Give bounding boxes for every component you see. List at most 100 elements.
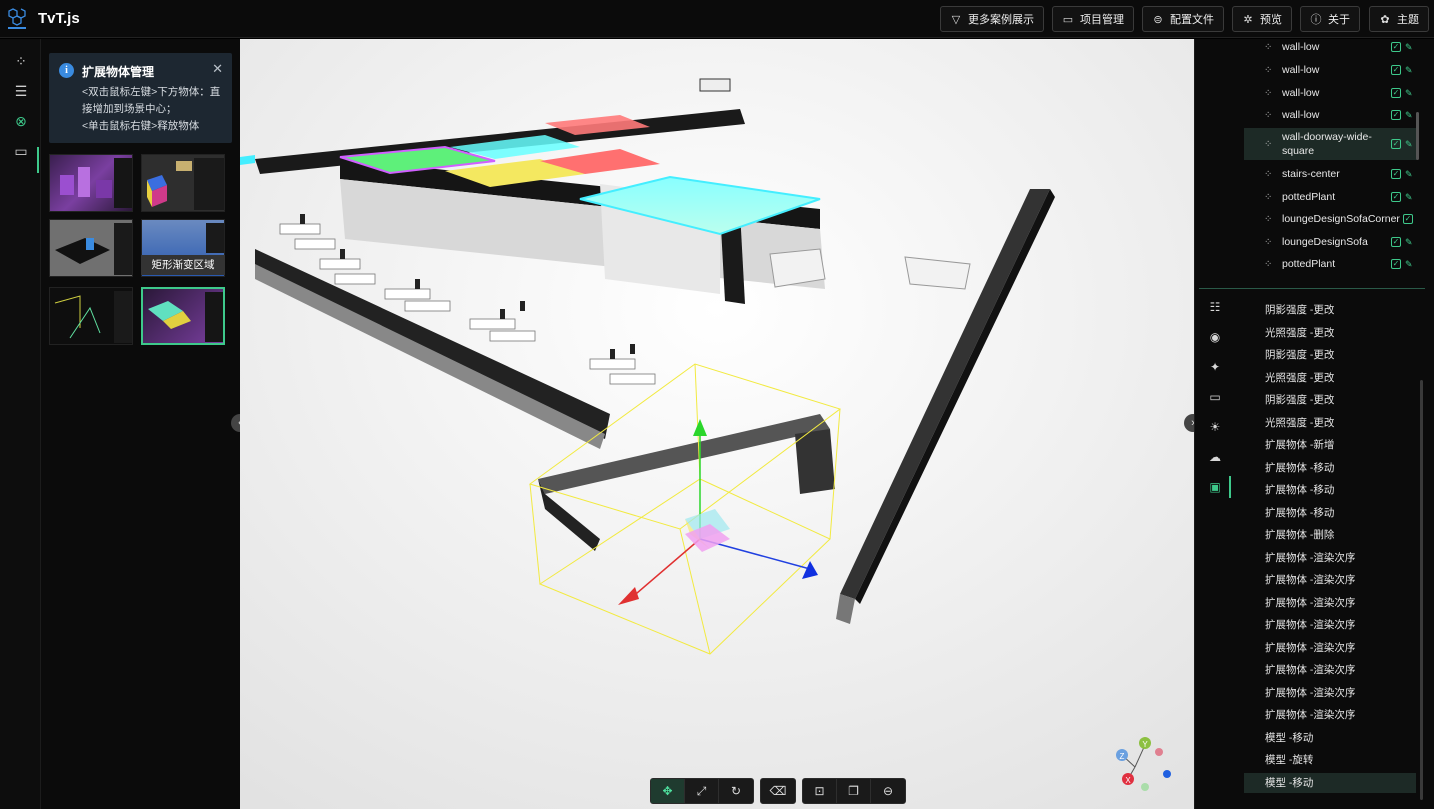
copy-icon[interactable]: ❐ — [837, 779, 871, 803]
button-label: 主题 — [1397, 14, 1419, 26]
transform-toolbar: ✥ ⤢ ↻ ⌫ ⊡ ❐ ⊖ — [650, 778, 906, 804]
scene-nodes-icon[interactable]: ⁘ — [11, 51, 31, 71]
translate-icon[interactable]: ✥ — [651, 779, 685, 803]
visible-checkbox[interactable]: ✓ — [1391, 237, 1401, 247]
thumbnail-outline[interactable] — [49, 287, 133, 345]
tree-row[interactable]: ⁘ loungeDesignSofaCorner ✓ — [1244, 208, 1417, 230]
button-label: 配置文件 — [1170, 14, 1214, 26]
history-item-current[interactable]: 模型 -移动 — [1244, 773, 1416, 793]
history-item[interactable]: 扩展物体 -移动 — [1265, 458, 1415, 478]
tree-row[interactable]: ⁘ pottedPlant ✓ ✎ — [1244, 186, 1417, 208]
thumbnail-city-purple[interactable] — [49, 154, 133, 212]
node-icon: ⁘ — [1264, 138, 1273, 150]
screen-icon[interactable]: ▭ — [11, 141, 31, 161]
tree-row[interactable]: ⁘ wall-low ✓ ✎ — [1244, 82, 1417, 104]
history-item[interactable]: 扩展物体 -渲染次序 — [1265, 638, 1415, 658]
button-label: 预览 — [1260, 14, 1282, 26]
weather-icon[interactable]: ☁ — [1206, 448, 1224, 466]
thumbnail-city-highlight[interactable] — [141, 287, 225, 345]
config-file-button[interactable]: ⊜ 配置文件 — [1142, 6, 1224, 32]
visible-checkbox[interactable]: ✓ — [1391, 110, 1401, 120]
history-item[interactable]: 阴影强度 -更改 — [1265, 300, 1415, 320]
thumbnail-platform[interactable] — [49, 219, 133, 277]
history-item[interactable]: 阴影强度 -更改 — [1265, 390, 1415, 410]
eraser-icon[interactable]: ⌫ — [761, 779, 795, 803]
history-item[interactable]: 扩展物体 -渲染次序 — [1265, 548, 1415, 568]
tree-row[interactable]: ⁘ wall-low ✓ ✎ — [1244, 104, 1417, 126]
tree-row[interactable]: ⁘ wall-low ✓ ✎ — [1244, 59, 1417, 81]
sparkle-icon[interactable]: ✦ — [1206, 358, 1224, 376]
remove-icon[interactable]: ⊖ — [871, 779, 905, 803]
tree-scrollbar[interactable] — [1416, 112, 1419, 160]
rotate-icon[interactable]: ↻ — [719, 779, 753, 803]
edit-icon[interactable]: ✎ — [1405, 192, 1417, 203]
history-item[interactable]: 扩展物体 -移动 — [1265, 503, 1415, 523]
database-icon[interactable]: ☰ — [11, 81, 31, 101]
edit-icon[interactable]: ✎ — [1405, 237, 1417, 248]
history-item[interactable]: 扩展物体 -渲染次序 — [1265, 683, 1415, 703]
tree-row[interactable]: ⁘ wall-low ✓ ✎ — [1244, 37, 1417, 57]
edit-icon[interactable]: ✎ — [1405, 169, 1417, 180]
history-item[interactable]: 模型 -移动 — [1265, 728, 1415, 748]
node-icon: ⁘ — [1264, 191, 1273, 203]
visible-checkbox[interactable]: ✓ — [1391, 42, 1401, 52]
edit-icon[interactable]: ✎ — [1405, 259, 1417, 270]
visible-checkbox[interactable]: ✓ — [1391, 259, 1401, 269]
history-item[interactable]: 扩展物体 -渲染次序 — [1265, 705, 1415, 725]
visible-checkbox[interactable]: ✓ — [1391, 139, 1401, 149]
config-icon: ⊜ — [1153, 13, 1163, 26]
history-item[interactable]: 扩展物体 -渲染次序 — [1265, 660, 1415, 680]
history-icon[interactable]: ▣ — [1206, 478, 1224, 496]
node-icon: ⁘ — [1264, 236, 1273, 248]
extension-objects-panel: i 扩展物体管理 ✕ <双击鼠标左键>下方物体：直接增加到场景中心； <单击鼠标… — [41, 39, 240, 809]
history-item[interactable]: 扩展物体 -渲染次序 — [1265, 593, 1415, 613]
scale-icon[interactable]: ⤢ — [685, 779, 719, 803]
visible-checkbox[interactable]: ✓ — [1391, 192, 1401, 202]
history-item[interactable]: 光照强度 -更改 — [1265, 323, 1415, 343]
edit-icon[interactable]: ✎ — [1405, 88, 1417, 99]
tree-row[interactable]: ⁘ pottedPlant ✓ ✎ — [1244, 253, 1417, 275]
node-icon: ⁘ — [1264, 213, 1273, 225]
edit-icon[interactable]: ✎ — [1405, 42, 1417, 53]
thumbnail-cube[interactable] — [141, 154, 225, 212]
history-item[interactable]: 扩展物体 -新增 — [1265, 435, 1415, 455]
about-button[interactable]: ⓘ 关于 — [1300, 6, 1360, 32]
history-item[interactable]: 扩展物体 -渲染次序 — [1265, 570, 1415, 590]
tree-row[interactable]: ⁘ loungeDesignSofa ✓ ✎ — [1244, 231, 1417, 253]
camera-icon[interactable]: ◉ — [1206, 328, 1224, 346]
more-examples-button[interactable]: ▽ 更多案例展示 — [940, 6, 1044, 32]
history-item[interactable]: 模型 -旋转 — [1265, 750, 1415, 770]
tree-row-selected[interactable]: ⁘ wall-doorway-wide-square ✓ ✎ — [1244, 128, 1417, 160]
preview-button[interactable]: ✲ 预览 — [1232, 6, 1292, 32]
3d-viewport[interactable]: Y Z X — [240, 39, 1194, 809]
sliders-icon[interactable]: ☷ — [1206, 298, 1224, 316]
lock-icon[interactable]: ⊡ — [803, 779, 837, 803]
history-item[interactable]: 扩展物体 -渲染次序 — [1265, 615, 1415, 635]
tree-label: wall-low — [1282, 41, 1320, 53]
visible-checkbox[interactable]: ✓ — [1391, 65, 1401, 75]
axis-x-label: X — [1125, 776, 1131, 785]
history-item[interactable]: 扩展物体 -删除 — [1265, 525, 1415, 545]
history-item[interactable]: 光照强度 -更改 — [1265, 368, 1415, 388]
visible-checkbox[interactable]: ✓ — [1391, 88, 1401, 98]
close-icon[interactable]: ✕ — [212, 61, 223, 77]
theme-button[interactable]: ✿ 主题 — [1369, 6, 1429, 32]
sun-icon[interactable]: ☀ — [1206, 418, 1224, 436]
history-item[interactable]: 扩展物体 -移动 — [1265, 480, 1415, 500]
visible-checkbox[interactable]: ✓ — [1391, 169, 1401, 179]
app-title: TvT.js — [38, 10, 80, 27]
tree-row[interactable]: ⁘ stairs-center ✓ ✎ — [1244, 163, 1417, 185]
project-manage-button[interactable]: ▭ 项目管理 — [1052, 6, 1134, 32]
node-icon: ⁘ — [1264, 168, 1273, 180]
history-item[interactable]: 光照强度 -更改 — [1265, 413, 1415, 433]
edit-icon[interactable]: ✎ — [1405, 65, 1417, 76]
thumbnail-art — [60, 158, 132, 208]
extension-objects-icon[interactable]: ⊗ — [11, 111, 31, 131]
visible-checkbox[interactable]: ✓ — [1403, 214, 1413, 224]
history-item[interactable]: 阴影强度 -更改 — [1265, 345, 1415, 365]
panel-divider — [1199, 288, 1425, 289]
history-scrollbar[interactable] — [1420, 380, 1423, 800]
axis-y-label: Y — [1142, 740, 1148, 749]
screen-icon[interactable]: ▭ — [1206, 388, 1224, 406]
tree-label: wall-low — [1282, 109, 1320, 121]
